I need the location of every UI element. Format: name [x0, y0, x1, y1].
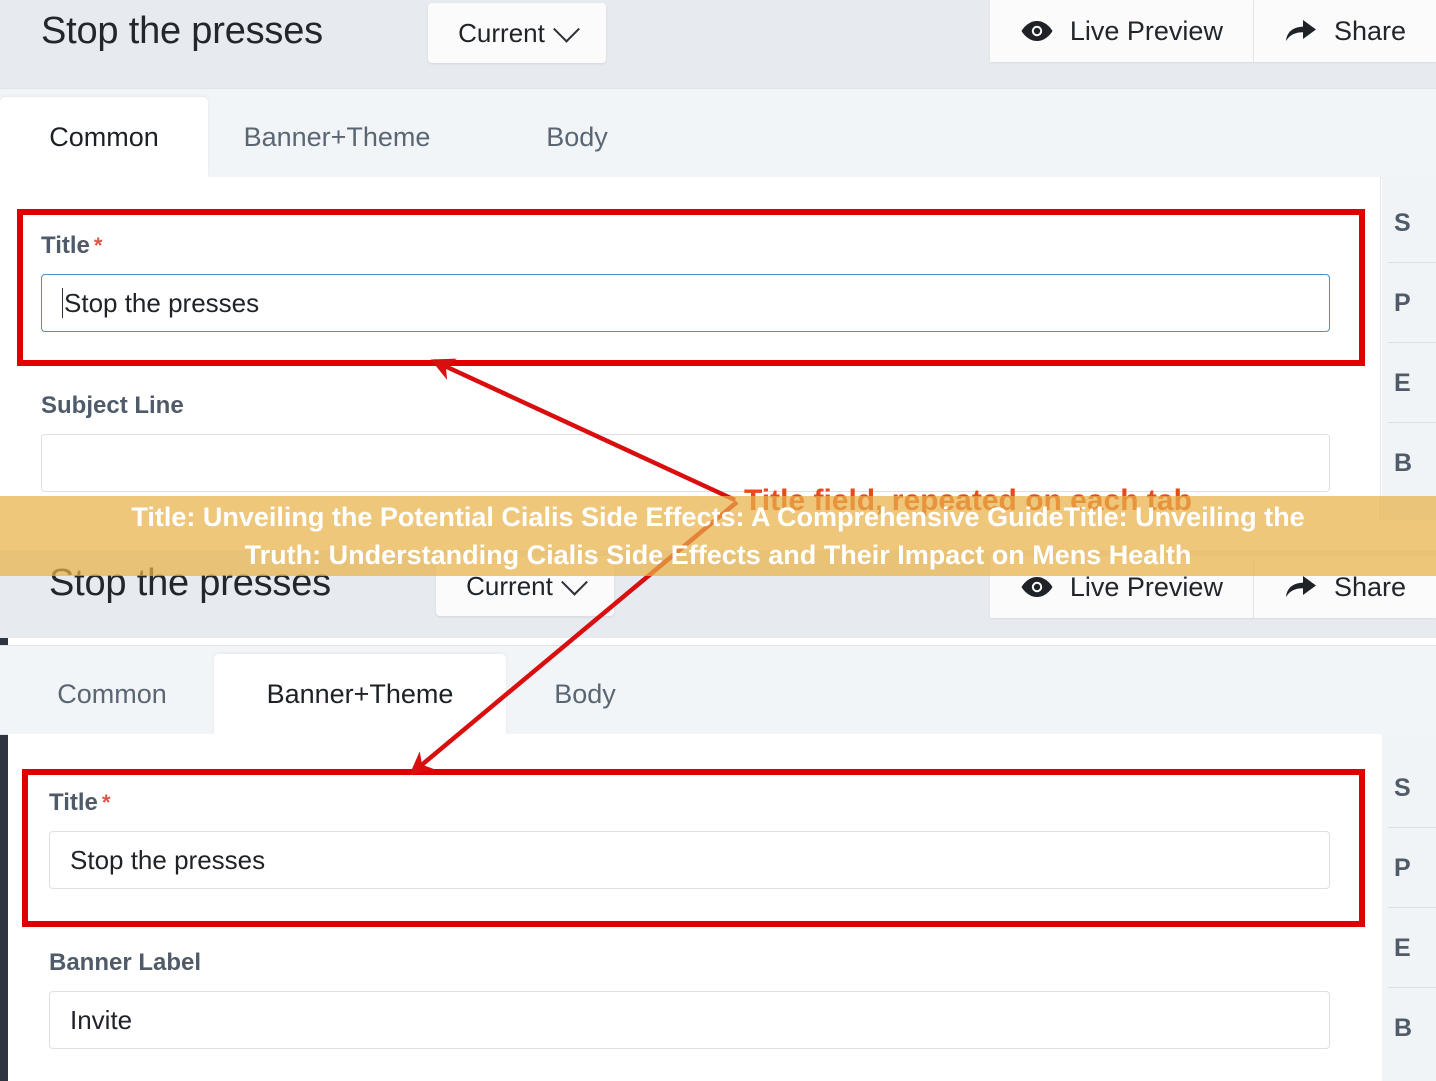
rail-item-3[interactable]: B — [1394, 449, 1412, 478]
tab-banner-theme-label: Banner+Theme — [266, 678, 454, 709]
rail-item-1[interactable]: P — [1394, 289, 1411, 318]
rail-item-2[interactable]: E — [1394, 369, 1411, 398]
chevron-down-icon — [560, 568, 588, 596]
tab-common-label: Common — [49, 121, 159, 152]
rail-divider-1 — [1388, 342, 1436, 343]
rail-divider-2 — [1388, 422, 1436, 423]
title-input[interactable]: Stop the presses — [49, 831, 1330, 889]
tab-body-label: Body — [554, 678, 616, 709]
right-rail-panel: S P E B — [1382, 734, 1436, 1081]
title-field-group: Title * Stop the presses — [41, 232, 1330, 332]
tabstrip: Common Banner+Theme Body — [0, 88, 1436, 178]
share-label: Share — [1333, 15, 1406, 46]
subject-line-field-group: Subject Line — [41, 392, 1330, 492]
share-button[interactable]: Share — [1253, 0, 1436, 62]
banner-label-input-value: Invite — [70, 1004, 133, 1035]
subject-line-field-label: Subject Line — [41, 392, 184, 419]
header-actions: Live Preview Share — [989, 0, 1436, 62]
banner-label-input[interactable]: Invite — [49, 991, 1330, 1049]
title-field-label: Title * — [49, 789, 111, 816]
editor-window-common-tab: Stop the presses Current Live Preview Sh… — [0, 0, 1436, 520]
tab-body-label: Body — [546, 121, 608, 152]
tab-common[interactable]: Common — [8, 654, 216, 734]
live-preview-label: Live Preview — [1069, 571, 1223, 602]
form-panel: Title * Stop the presses Subject Line — [0, 177, 1381, 520]
banner-label-field-group: Banner Label Invite — [49, 949, 1330, 1049]
eye-icon — [1021, 21, 1053, 41]
share-label: Share — [1333, 571, 1406, 602]
version-selector-dropdown[interactable]: Current — [428, 3, 606, 63]
tabstrip: Common Banner+Theme Body — [0, 645, 1436, 735]
version-selector-label: Current — [458, 17, 545, 48]
rail-divider-0 — [1388, 827, 1436, 828]
title-input-value: Stop the presses — [64, 287, 260, 318]
chevron-down-icon — [552, 15, 580, 43]
share-arrow-icon — [1285, 20, 1316, 41]
tab-banner-theme[interactable]: Banner+Theme — [228, 97, 446, 177]
title-input[interactable]: Stop the presses — [41, 274, 1330, 332]
tab-common[interactable]: Common — [0, 97, 208, 177]
form-panel: Title * Stop the presses Banner Label Inv… — [8, 734, 1383, 1081]
share-button[interactable]: Share — [1253, 556, 1436, 618]
page-title: Stop the presses — [41, 10, 323, 52]
tab-banner-theme-label: Banner+Theme — [243, 121, 431, 152]
tab-common-label: Common — [57, 678, 167, 709]
tab-banner-theme[interactable]: Banner+Theme — [214, 654, 506, 734]
required-asterisk: * — [101, 790, 111, 815]
tab-body[interactable]: Body — [526, 654, 644, 734]
rail-item-0[interactable]: S — [1394, 209, 1411, 238]
right-rail-panel: S P E B — [1382, 177, 1436, 520]
rail-item-0[interactable]: S — [1394, 774, 1411, 803]
banner-label-field-label: Banner Label — [49, 949, 202, 976]
subject-line-input[interactable] — [41, 434, 1330, 492]
version-selector-dropdown[interactable]: Current — [436, 556, 614, 616]
page-title: Stop the presses — [49, 562, 331, 604]
live-preview-label: Live Preview — [1069, 15, 1223, 46]
share-arrow-icon — [1285, 576, 1316, 597]
tab-body[interactable]: Body — [518, 97, 636, 177]
rail-divider-2 — [1388, 987, 1436, 988]
text-caret — [62, 288, 63, 318]
rail-divider-0 — [1388, 262, 1436, 263]
title-field-group: Title * Stop the presses — [49, 789, 1330, 889]
title-field-label: Title * — [41, 232, 103, 259]
editor-window-banner-theme-tab: Stop the presses Current Live Preview Sh… — [0, 550, 1436, 1081]
live-preview-button[interactable]: Live Preview — [989, 556, 1254, 618]
rail-item-1[interactable]: P — [1394, 854, 1411, 883]
header-actions: Live Preview Share — [989, 556, 1436, 618]
required-asterisk: * — [93, 233, 103, 258]
version-selector-label: Current — [466, 570, 553, 601]
eye-icon — [1021, 577, 1053, 597]
rail-item-2[interactable]: E — [1394, 934, 1411, 963]
rail-divider-1 — [1388, 907, 1436, 908]
live-preview-button[interactable]: Live Preview — [989, 0, 1254, 62]
rail-item-3[interactable]: B — [1394, 1014, 1412, 1043]
title-input-value: Stop the presses — [70, 844, 266, 875]
